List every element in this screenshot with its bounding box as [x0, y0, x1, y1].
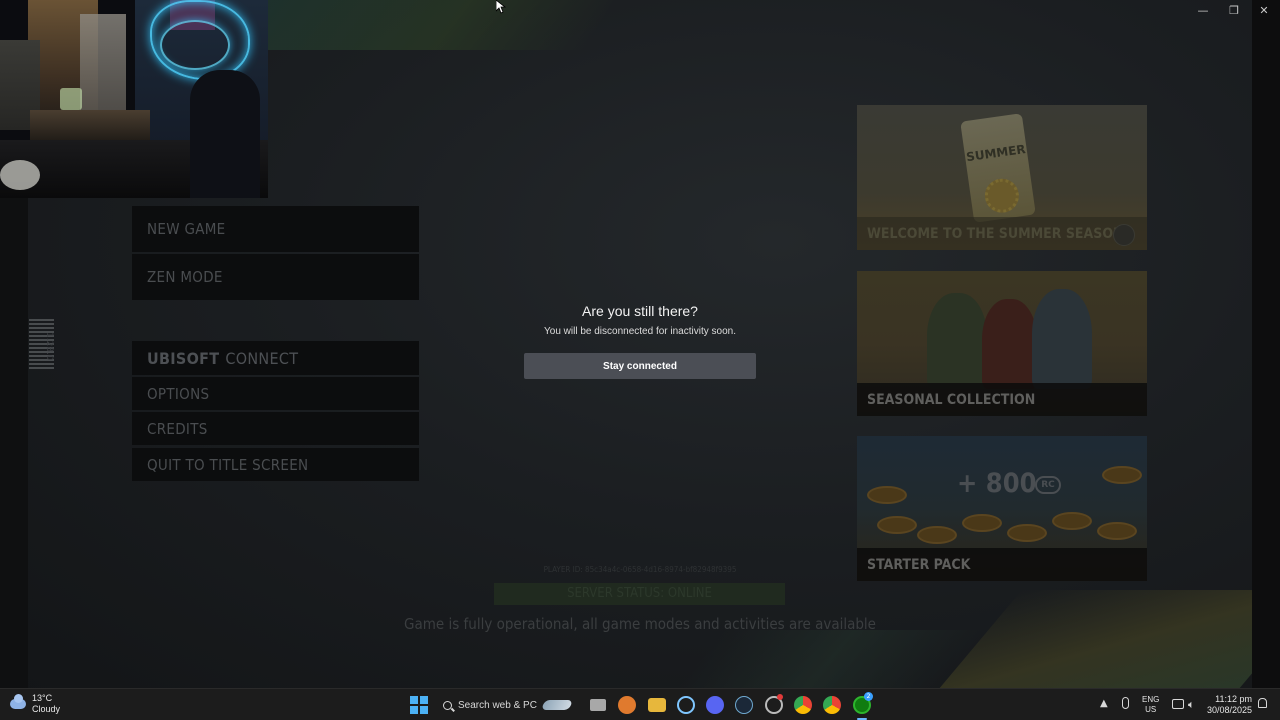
coin-icon [877, 516, 917, 534]
chevron-up-icon[interactable]: ▲ [1100, 698, 1108, 709]
file-explorer-icon[interactable] [648, 698, 666, 712]
coin-icon [1007, 524, 1047, 542]
lang-bottom: US [1145, 705, 1157, 714]
lang-top: ENG [1142, 695, 1160, 704]
taskbar: 13°C Cloudy Search web & PC 2 ▲ ENG US 🔈… [0, 688, 1280, 720]
sun-icon [982, 176, 1022, 215]
ubisoft-connect-button[interactable]: UBISOFT CONNECT [132, 341, 419, 375]
notification-bell-icon[interactable] [1258, 698, 1267, 708]
options-button[interactable]: OPTIONS [132, 377, 419, 410]
screen: — ❐ ✕ NEW GAME ZEN MODE UBISOFT CONNECT … [0, 0, 1280, 720]
coin-icon [917, 526, 957, 544]
coin-icon [1052, 512, 1092, 530]
seasonal-collection-card[interactable]: SEASONAL COLLECTION [857, 271, 1147, 416]
xbox-badge: 2 [864, 692, 873, 701]
character-figure [1032, 289, 1092, 389]
quit-to-title-button[interactable]: QUIT TO TITLE SCREEN [132, 448, 419, 481]
card-caption: STARTER PACK [857, 548, 1147, 581]
background-stripe [938, 590, 1280, 690]
notification-dot-icon [777, 694, 783, 700]
starter-amount: + 800 [957, 468, 1037, 499]
search-highlight-icon [541, 700, 573, 710]
close-button[interactable]: ✕ [1249, 2, 1279, 20]
discord-icon[interactable] [706, 696, 724, 714]
search-icon [443, 700, 452, 710]
webcam-overlay [0, 0, 268, 198]
chrome-icon[interactable] [823, 696, 841, 714]
microphone-icon[interactable] [1122, 697, 1129, 709]
weather-temp: 13°C [32, 693, 53, 703]
task-view-icon[interactable] [590, 699, 606, 711]
clock-time: 11:12 pm [1215, 694, 1252, 704]
background-stripe [674, 630, 986, 690]
credits-button[interactable]: CREDITS [132, 412, 419, 445]
cloud-icon [10, 694, 26, 709]
season-icon [1113, 224, 1135, 246]
server-status-badge: SERVER STATUS: ONLINE [494, 583, 785, 605]
weather-text: 13°C Cloudy [32, 693, 60, 715]
coin-icon [867, 486, 907, 504]
new-game-button[interactable]: NEW GAME [132, 206, 419, 252]
zen-mode-button[interactable]: ZEN MODE [132, 254, 419, 300]
coin-icon [1097, 522, 1137, 540]
coin-icon [962, 514, 1002, 532]
version-label: 1.28.0 [44, 332, 54, 361]
weather-desc: Cloudy [32, 704, 61, 714]
card-caption: SEASONAL COLLECTION [857, 383, 1147, 416]
dialog-message: You will be disconnected for inactivity … [544, 326, 736, 337]
fl-studio-icon[interactable] [618, 696, 636, 714]
network-icon[interactable] [1172, 699, 1184, 709]
chrome-icon[interactable] [794, 696, 812, 714]
card-caption: WELCOME TO THE SUMMER SEASON! [857, 217, 1147, 250]
search-placeholder: Search web & PC [458, 699, 537, 711]
coin-icon [1102, 466, 1142, 484]
start-icon[interactable] [410, 696, 428, 714]
browser-icon[interactable] [677, 696, 695, 714]
restore-button[interactable]: ❐ [1219, 2, 1249, 20]
language-indicator[interactable]: ENG US [1142, 695, 1159, 715]
currency-icon: RC [1035, 476, 1061, 494]
summer-badge-text: SUMMER [965, 142, 1027, 165]
steam-icon[interactable] [735, 696, 753, 714]
character-figure [927, 293, 987, 389]
clock[interactable]: 11:12 pm 30/08/2025 [1202, 694, 1252, 716]
starter-pack-card[interactable]: + 800 RC STARTER PACK [857, 436, 1147, 581]
volume-icon[interactable]: 🔈︎ [1188, 698, 1195, 712]
dialog-title: Are you still there? [582, 303, 698, 319]
server-status-message: Game is fully operational, all game mode… [404, 615, 876, 633]
search-input[interactable]: Search web & PC [437, 694, 577, 716]
character-figure [982, 299, 1037, 389]
window-edge [0, 198, 28, 688]
weather-widget[interactable]: 13°C Cloudy [10, 693, 60, 715]
clock-date: 30/08/2025 [1206, 705, 1252, 715]
connect-label: CONNECT [225, 348, 299, 368]
ubisoft-label: UBISOFT [147, 348, 220, 368]
background-stripe [224, 0, 636, 50]
stay-connected-button[interactable]: Stay connected [524, 353, 756, 379]
mouse-cursor-icon [496, 0, 506, 14]
player-id: PLAYER ID: 85c34a4c-0658-4d16-8974-bf829… [543, 565, 737, 574]
summer-season-card[interactable]: SUMMER WELCOME TO THE SUMMER SEASON! [857, 105, 1147, 250]
minimize-button[interactable]: — [1188, 2, 1218, 20]
window-edge [1252, 0, 1280, 688]
